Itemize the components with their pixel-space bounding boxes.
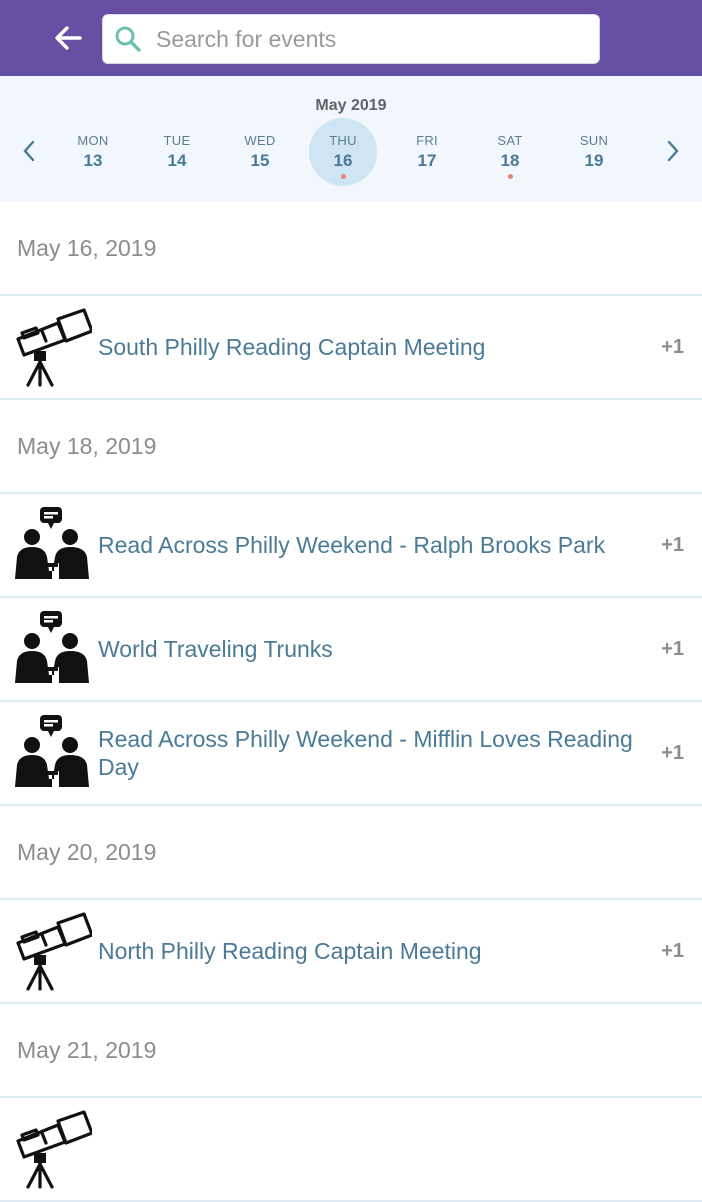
search-icon [114,25,142,53]
day-name: SUN [579,133,609,148]
day-name: WED [244,133,276,148]
telescope-icon [12,911,94,991]
calendar-day-sat[interactable]: SAT 18 [476,118,544,186]
event-indicator-dot [340,174,346,179]
day-name: FRI [416,133,438,148]
people-talking-icon [12,713,92,793]
top-bar [0,0,702,76]
month-label: May 2019 [315,97,387,114]
calendar-day-tue[interactable]: TUE 14 [143,118,211,186]
event-attendee-count: +1 [661,335,684,358]
event-title: Read Across Philly Weekend - Ralph Brook… [98,532,606,558]
search-box[interactable] [102,14,600,64]
day-name: TUE [163,133,191,148]
day-number: 13 [83,151,103,170]
day-name: MON [77,133,109,148]
calendar-day-wed[interactable]: WED 15 [226,118,294,186]
event-title: North Philly Reading Captain Meeting [98,938,482,964]
event-row[interactable]: North Philly Reading Captain Meeting +1 [0,900,702,1004]
event-attendee-count: +1 [661,637,684,660]
event-attendee-count: +1 [661,939,684,962]
event-attendee-count: +1 [661,741,684,764]
date-header: May 21, 2019 [0,1004,702,1098]
people-talking-icon [12,505,92,585]
chevron-left-icon [23,140,35,162]
event-row[interactable]: World Traveling Trunks +1 [0,598,702,702]
event-list: May 16, 2019 South Philly Reading Captain… [0,202,702,1202]
chevron-right-icon [667,140,679,162]
date-header: May 16, 2019 [0,202,702,296]
day-name: THU [329,133,357,148]
date-header: May 20, 2019 [0,806,702,900]
telescope-icon [12,307,94,387]
event-row[interactable]: Read Across Philly Weekend - Mifflin Lov… [0,702,702,806]
telescope-icon [12,1109,94,1189]
day-number: 14 [167,151,187,170]
calendar-day-fri[interactable]: FRI 17 [393,118,461,186]
calendar-day-mon[interactable]: MON 13 [59,118,127,186]
arrow-left-icon [55,26,82,50]
event-row[interactable]: Read Across Philly Weekend - Ralph Brook… [0,494,702,598]
date-header: May 18, 2019 [0,400,702,494]
event-title: South Philly Reading Captain Meeting [98,334,486,360]
back-button[interactable] [48,18,88,58]
day-number: 19 [584,151,604,170]
event-row[interactable]: South Philly Reading Captain Meeting +1 [0,296,702,400]
previous-week-button[interactable] [14,134,44,168]
event-indicator-dot [507,174,513,179]
event-row[interactable] [0,1098,702,1202]
day-number: 16 [333,151,353,170]
event-title: Read Across Philly Weekend - Mifflin Lov… [98,726,633,780]
event-title: World Traveling Trunks [98,636,333,662]
calendar-day-sun[interactable]: SUN 19 [560,118,628,186]
day-number: 15 [250,151,270,170]
event-attendee-count: +1 [661,533,684,556]
search-input[interactable] [154,24,578,54]
next-week-button[interactable] [658,134,688,168]
people-talking-icon [12,609,92,689]
day-name: SAT [497,133,523,148]
day-number: 18 [500,151,520,170]
week-calendar: May 2019 MON 13 TUE 14 WED 15 THU 16 FRI 17 SAT 18 S… [0,76,702,202]
calendar-day-thu[interactable]: THU 16 [309,118,377,186]
day-number: 17 [417,151,437,170]
